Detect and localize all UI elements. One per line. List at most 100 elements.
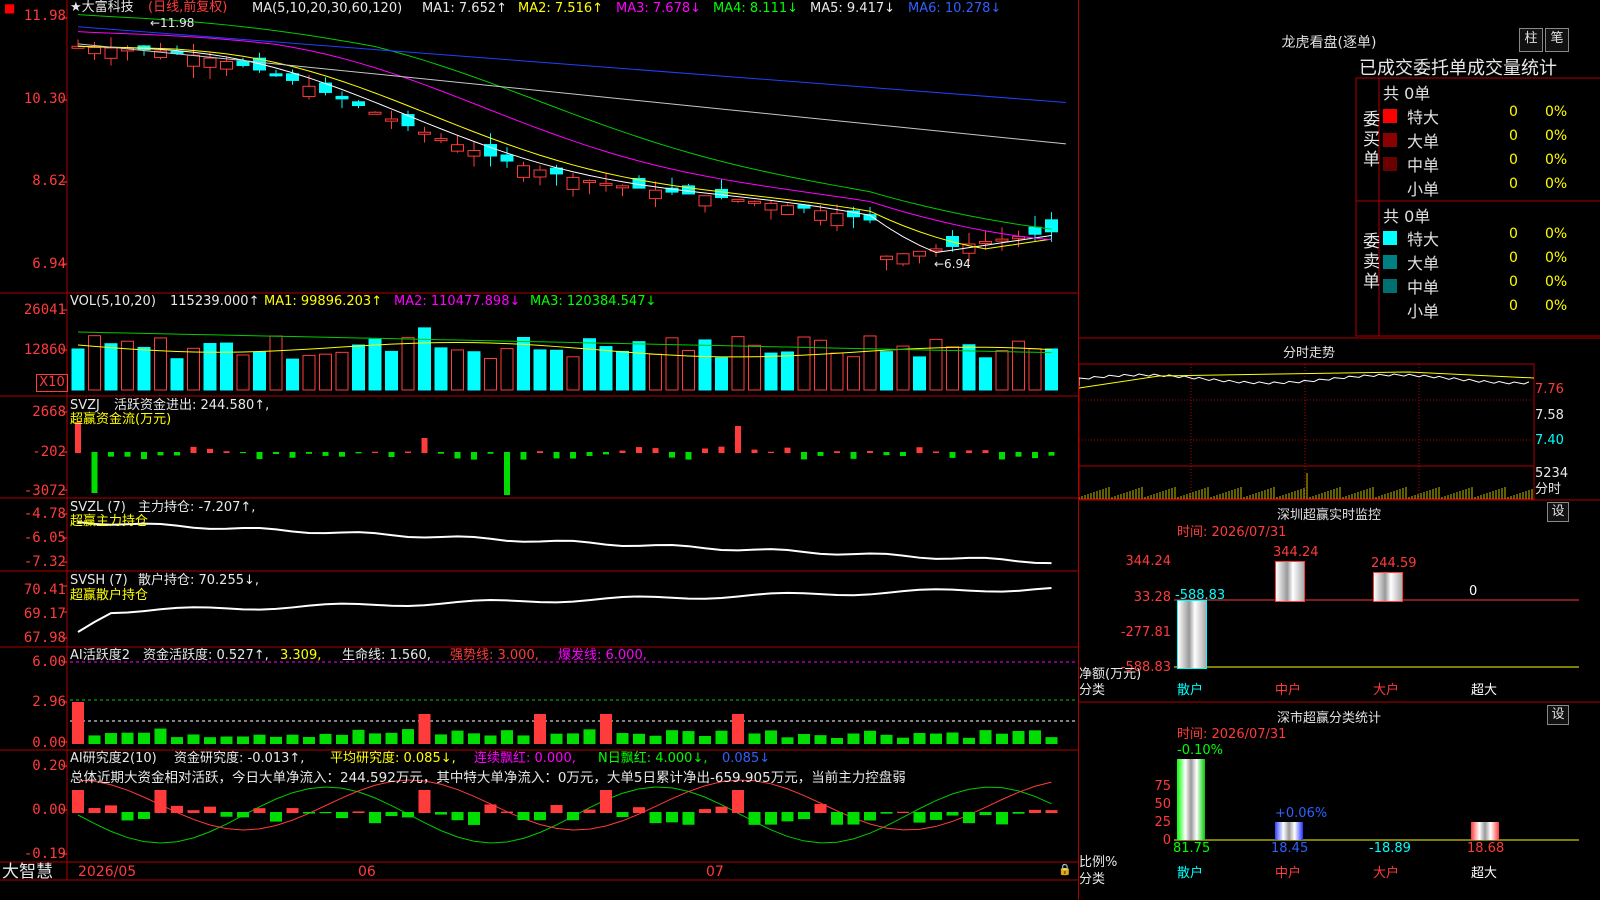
class-value-label: 81.75	[1173, 841, 1211, 856]
ma6-value: MA6: 10.278↓	[908, 1, 1002, 16]
stock-title: ★大富科技	[70, 0, 134, 15]
bar-view-button[interactable]: 柱	[1519, 28, 1543, 52]
main-chart-area[interactable]: ■ ★大富科技 (日线,前复权) MA(5,10,20,30,60,120) M…	[0, 0, 1078, 900]
candle-body	[698, 195, 712, 207]
volume-bar	[715, 357, 728, 391]
candle-body	[781, 205, 794, 216]
tick-view-button[interactable]: 笔	[1545, 28, 1569, 52]
activity-bar	[402, 729, 414, 744]
class-category-label: 中户	[1275, 866, 1302, 881]
flow-bar	[322, 452, 329, 456]
activity-bar	[583, 729, 596, 744]
sell-total: 共 0单	[1383, 207, 1431, 226]
sell-side-title: 委卖单	[1363, 232, 1380, 292]
volume-bar	[170, 358, 184, 391]
research-bar	[666, 812, 678, 823]
flow-bar	[669, 452, 675, 458]
date-label: 07	[706, 864, 724, 880]
monitor-value-label: 344.24	[1273, 545, 1319, 560]
sell-row-count: 0	[1509, 226, 1518, 242]
candle-body	[368, 111, 382, 115]
candle-body	[616, 185, 629, 189]
research-bar	[220, 812, 233, 817]
flow-bar	[223, 451, 230, 453]
ai2-avg: 平均研究度: 0.085↓,	[330, 751, 456, 766]
sz-monitor-axis: -277.81	[1120, 625, 1171, 640]
intraday-title[interactable]: 分时走势	[1239, 342, 1379, 361]
research-bar	[649, 812, 662, 824]
flow-bar	[553, 452, 560, 459]
activity-bar	[88, 735, 101, 744]
activity-bar	[220, 736, 233, 744]
research-bar	[682, 812, 695, 825]
volume-bar	[203, 343, 217, 391]
vol-unit-box[interactable]: X10	[36, 374, 68, 392]
right-panel: 龙虎看盘(逐单) 柱 笔 已成交委托单成交量统计 委买单 委卖单 共 0单 共 …	[1078, 0, 1600, 900]
research-bar	[402, 812, 414, 818]
candle-body	[220, 61, 233, 70]
svzj-axis: -202	[32, 444, 66, 460]
candle-body	[814, 210, 827, 221]
activity-bar	[121, 732, 134, 744]
candle-body	[896, 253, 910, 265]
svzj-axis: -3072	[23, 483, 66, 499]
research-bar	[303, 812, 315, 814]
research-bar	[72, 790, 84, 813]
research-bar	[336, 812, 348, 819]
flow-bar	[141, 452, 147, 459]
candle-body	[88, 46, 101, 55]
candle-body	[286, 73, 299, 81]
class-value-label: 18.45	[1271, 841, 1309, 856]
research-bar	[1045, 810, 1058, 813]
candle-body	[880, 255, 893, 261]
volume-bar	[517, 336, 530, 391]
research-bar	[385, 812, 398, 817]
class-category-label: 超大	[1471, 866, 1498, 881]
sell-row-name: 小单	[1407, 302, 1440, 321]
research-bar	[798, 812, 810, 820]
class-bar	[1471, 821, 1499, 840]
flow-bar	[421, 438, 428, 453]
flow-bar	[603, 452, 609, 455]
flow-bar	[949, 452, 956, 458]
sz-class-settings-button[interactable]: 设	[1547, 705, 1569, 725]
volume-bar	[847, 356, 860, 391]
buy-row-count: 0	[1509, 152, 1518, 168]
candle-body	[302, 85, 316, 98]
svzj-axis: 2668	[32, 404, 66, 420]
sell-row-pct: 0%	[1545, 298, 1568, 314]
candle-body	[764, 202, 778, 211]
volume-bar	[385, 350, 398, 391]
monitor-category-label: 大户	[1373, 683, 1400, 698]
sell-color-swatch	[1383, 231, 1397, 245]
activity-bar	[699, 735, 711, 744]
lock-icon[interactable]: 🔒	[1058, 862, 1072, 878]
research-bar	[105, 805, 117, 813]
research-bar	[814, 804, 827, 813]
candle-body	[500, 154, 514, 162]
monitor-bar	[1177, 600, 1207, 669]
sz-monitor-settings-button[interactable]: 设	[1547, 502, 1569, 522]
buy-row-pct: 0%	[1545, 176, 1568, 192]
volume-bar	[236, 354, 250, 391]
lhb-tabs[interactable]: 已成交委托单成交量统计	[1359, 54, 1557, 80]
ai2-nday: N日飘红: 4.000↓,	[598, 751, 708, 766]
research-bar	[237, 812, 249, 818]
sz-monitor-axis: 344.24	[1125, 554, 1172, 569]
volume-bar	[583, 338, 596, 391]
volume-bar	[484, 357, 497, 391]
research-bar	[963, 812, 975, 824]
ma3-value: MA3: 7.678↓	[616, 1, 702, 16]
research-bar	[600, 790, 612, 813]
research-line	[77, 779, 1052, 831]
flow-bar	[157, 452, 164, 456]
volume-bar	[929, 338, 943, 391]
buy-row-count: 0	[1509, 128, 1518, 144]
activity-bar	[798, 734, 810, 744]
class-change-label: -0.10%	[1177, 743, 1223, 759]
volume-bar	[467, 351, 481, 391]
volume-bar	[434, 347, 448, 391]
date-label: 06	[358, 864, 376, 880]
period-label[interactable]: (日线,前复权)	[148, 0, 227, 16]
intraday-axis: 7.76	[1535, 382, 1564, 397]
